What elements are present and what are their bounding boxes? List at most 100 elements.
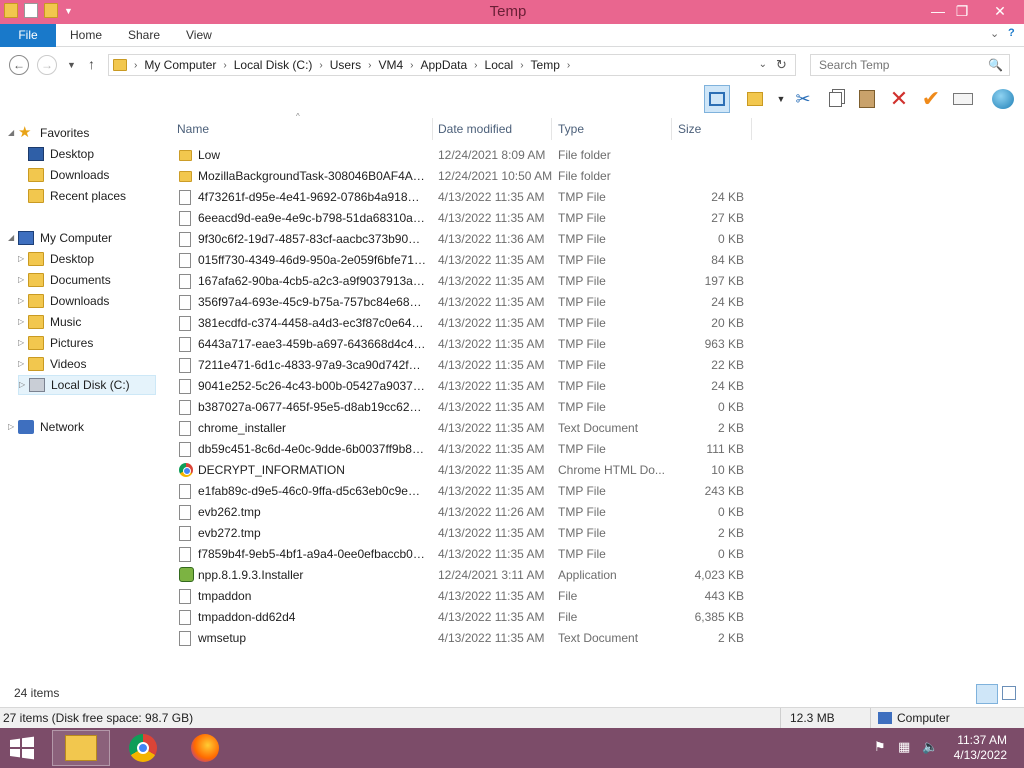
tab-share[interactable]: Share [128,24,160,47]
volume-muted-icon[interactable]: 🔈 [922,739,938,755]
search-input[interactable] [819,55,989,75]
file-row[interactable]: 9041e252-5c26-4c43-b00b-05427a903759....… [168,376,758,397]
file-row[interactable]: chrome_installer 4/13/2022 11:35 AM Text D… [168,418,758,439]
expand-arrow-icon[interactable]: ▷ [18,270,28,290]
tab-home[interactable]: Home [70,24,102,47]
network-status-icon[interactable]: ▦ [898,739,910,755]
file-row[interactable]: 015ff730-4349-46d9-950a-2e059f6bfe71.t..… [168,250,758,271]
globe-icon[interactable] [990,85,1016,113]
column-header-name[interactable]: Name [171,118,433,140]
nav-computer-videos[interactable]: ▷ Videos [18,354,86,374]
close-button[interactable]: ✕ [984,0,1016,22]
search-icon[interactable]: 🔍 [988,58,1003,72]
details-view-button[interactable] [976,684,998,704]
start-button[interactable] [8,736,36,760]
search-box[interactable]: 🔍 [810,54,1010,76]
taskbar-chrome[interactable] [114,730,172,766]
tab-view[interactable]: View [186,24,212,47]
file-row[interactable]: b387027a-0677-465f-95e5-d8ab19cc62ad....… [168,397,758,418]
file-row[interactable]: tmpaddon 4/13/2022 11:35 AM File 443 KB [168,586,758,607]
file-row[interactable]: Low 12/24/2021 8:09 AM File folder [168,145,758,166]
collapse-arrow-icon[interactable]: ◢ [8,228,18,248]
expand-arrow-icon[interactable]: ▷ [18,312,28,332]
breadcrumb-separator[interactable]: › [316,60,325,71]
column-header-date[interactable]: Date modified [432,118,552,140]
cut-icon[interactable]: ✂ [790,85,816,113]
breadcrumb-separator[interactable]: › [365,60,374,71]
nav-computer-desktop[interactable]: ▷ Desktop [18,249,94,269]
file-row[interactable]: evb262.tmp 4/13/2022 11:26 AM TMP File 0 KB [168,502,758,523]
help-icon[interactable]: ? [1008,27,1015,39]
nav-computer-downloads[interactable]: ▷ Downloads [18,291,109,311]
file-row[interactable]: 9f30c6f2-19d7-4857-83cf-aacbc373b90c.t..… [168,229,758,250]
nav-computer-music[interactable]: ▷ Music [18,312,81,332]
breadcrumb-appdata[interactable]: AppData [416,58,471,72]
ribbon-collapse-icon[interactable]: ⌄ [990,27,999,40]
nav-network[interactable]: ▷ Network [8,417,84,437]
file-row[interactable]: wmsetup 4/13/2022 11:35 AM Text Document 2 … [168,628,758,649]
expand-arrow-icon[interactable]: ▷ [18,354,28,374]
checklist-folder-icon[interactable] [742,85,768,113]
file-row[interactable]: db59c451-8c6d-4e0c-9dde-6b0037ff9b88....… [168,439,758,460]
breadcrumb-users[interactable]: Users [326,58,365,72]
nav-favorites[interactable]: ◢ ★ Favorites [8,123,89,143]
file-row[interactable]: e1fab89c-d9e5-46c0-9ffa-d5c63eb0c9ea.t..… [168,481,758,502]
breadcrumb-separator[interactable]: › [220,60,229,71]
file-row[interactable]: 7211e471-6d1c-4833-97a9-3ca90d742f8d....… [168,355,758,376]
file-row[interactable]: tmpaddon-dd62d4 4/13/2022 11:35 AM File 6,3… [168,607,758,628]
file-row[interactable]: evb272.tmp 4/13/2022 11:35 AM TMP File 2 KB [168,523,758,544]
delete-icon[interactable]: ✕ [886,85,912,113]
refresh-icon[interactable]: ↻ [776,57,787,73]
forward-button[interactable]: → [37,55,57,75]
breadcrumb-separator[interactable]: › [471,60,480,71]
breadcrumb-temp[interactable]: Temp [527,58,564,72]
preview-pane-button[interactable] [704,85,730,113]
nav-computer-pictures[interactable]: ▷ Pictures [18,333,93,353]
breadcrumb-local-disk[interactable]: Local Disk (C:) [230,58,317,72]
large-icons-view-button[interactable] [1002,686,1016,700]
checkmark-icon[interactable]: ✔ [918,85,944,113]
file-row[interactable]: npp.8.1.9.3.Installer 12/24/2021 3:11 AM A… [168,565,758,586]
breadcrumb-separator[interactable]: › [564,60,573,71]
file-row[interactable]: 6eeacd9d-ea9e-4e9c-b798-51da68310a9b... 4… [168,208,758,229]
address-bar[interactable]: › My Computer › Local Disk (C:) › Users … [108,54,796,76]
tab-file[interactable]: File [0,24,56,47]
up-button[interactable]: ↑ [88,56,95,72]
breadcrumb-separator[interactable]: › [131,60,140,71]
taskbar-file-explorer[interactable] [52,730,110,766]
nav-favorites-downloads[interactable]: Downloads [28,165,109,185]
file-row[interactable]: 4f73261f-d95e-4e41-9692-0786b4a9181e.t..… [168,187,758,208]
file-row[interactable]: 381ecdfd-c374-4458-a4d3-ec3f87c0e642....… [168,313,758,334]
column-header-size[interactable]: Size [672,118,752,140]
breadcrumb-separator[interactable]: › [407,60,416,71]
address-dropdown-icon[interactable]: ⌄ [759,59,767,70]
nav-computer-local-disk[interactable]: ▷ Local Disk (C:) [18,375,156,395]
file-row[interactable]: 167afa62-90ba-4cb5-a2c3-a9f9037913af.t..… [168,271,758,292]
breadcrumb-vm4[interactable]: VM4 [374,58,407,72]
expand-arrow-icon[interactable]: ▷ [18,249,28,269]
file-row[interactable]: f7859b4f-9eb5-4bf1-a9a4-0ee0efbaccb0.t..… [168,544,758,565]
nav-favorites-desktop[interactable]: Desktop [28,144,94,164]
action-center-flag-icon[interactable]: ⚑ [874,739,886,755]
file-row[interactable]: 356f97a4-693e-45c9-b75a-757bc84e686e....… [168,292,758,313]
file-row[interactable]: 6443a717-eae3-459b-a697-643668d4c4d2... 4… [168,334,758,355]
back-button[interactable]: ← [9,55,29,75]
breadcrumb-my-computer[interactable]: My Computer [140,58,220,72]
expand-arrow-icon[interactable]: ▷ [8,417,18,437]
column-header-type[interactable]: Type [552,118,672,140]
expand-arrow-icon[interactable]: ▷ [18,333,28,353]
nav-favorites-recent-places[interactable]: Recent places [28,186,126,206]
copy-icon[interactable] [822,85,848,113]
file-row[interactable]: MozillaBackgroundTask-308046B0AF4A3... 12… [168,166,758,187]
breadcrumb-local[interactable]: Local [481,58,518,72]
collapse-arrow-icon[interactable]: ◢ [8,123,18,143]
recent-locations-icon[interactable]: ▼ [67,60,76,70]
rename-icon[interactable] [950,85,976,113]
maximize-button[interactable]: ❐ [946,0,978,22]
expand-arrow-icon[interactable]: ▷ [18,291,28,311]
system-clock[interactable]: 11:37 AM 4/13/2022 [954,733,1007,763]
paste-icon[interactable] [854,85,880,113]
file-row[interactable]: DECRYPT_INFORMATION 4/13/2022 11:35 AM Chr… [168,460,758,481]
taskbar-firefox[interactable] [176,730,234,766]
expand-arrow-icon[interactable]: ▷ [19,375,29,395]
